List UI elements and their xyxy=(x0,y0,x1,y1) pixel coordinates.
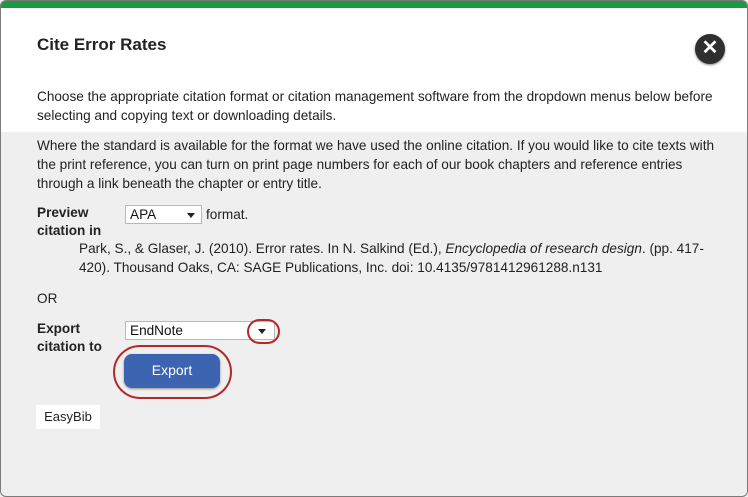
citation-authors: Park, S., & Glaser, J. (2010). Error rat… xyxy=(79,241,446,256)
format-suffix: format. xyxy=(206,207,249,222)
export-button[interactable]: Export xyxy=(124,354,220,388)
info-text: Where the standard is available for the … xyxy=(37,138,715,191)
format-select[interactable]: APA xyxy=(125,205,202,224)
export-label: Export citation to xyxy=(37,321,102,354)
dropdown-highlight-ring xyxy=(247,319,280,344)
dialog-top-bar xyxy=(1,1,747,8)
easybib-button[interactable]: EasyBib xyxy=(36,405,100,429)
citation-book-title: Encyclopedia of research design xyxy=(445,241,642,256)
preview-label: Preview citation in xyxy=(37,205,102,238)
dialog-header: Cite Error Rates ✕ xyxy=(1,8,747,68)
format-select-value: APA xyxy=(130,207,157,222)
or-separator: OR xyxy=(37,291,58,306)
close-button[interactable]: ✕ xyxy=(695,34,725,64)
export-select-value: EndNote xyxy=(130,323,183,338)
intro-text: Choose the appropriate citation format o… xyxy=(37,89,713,123)
chevron-down-icon xyxy=(187,213,195,218)
dialog-title: Cite Error Rates xyxy=(37,35,167,54)
cite-dialog: Cite Error Rates ✕ Choose the appropriat… xyxy=(0,0,748,497)
close-icon: ✕ xyxy=(701,37,719,59)
citation-text: Park, S., & Glaser, J. (2010). Error rat… xyxy=(79,239,729,277)
